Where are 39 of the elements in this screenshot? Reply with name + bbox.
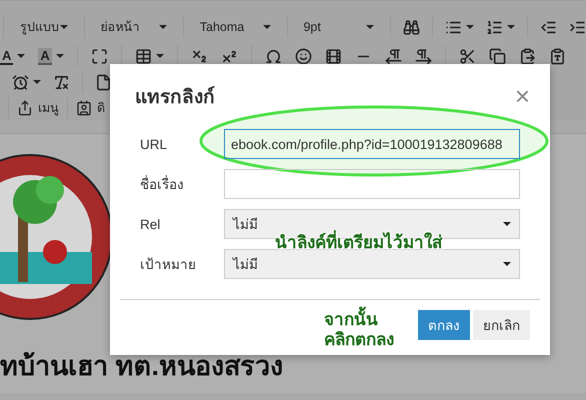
fullscreen-icon[interactable]	[90, 48, 108, 64]
contact-card-icon	[76, 100, 92, 116]
copy-icon[interactable]	[488, 48, 506, 64]
superscript-icon[interactable]	[220, 48, 238, 64]
table-icon[interactable]	[134, 48, 164, 64]
numbered-list-icon[interactable]	[486, 18, 516, 36]
pilcrow-left-icon[interactable]	[384, 48, 402, 64]
ok-button[interactable]: ตกลง	[418, 310, 470, 340]
field-label: URL	[140, 136, 168, 152]
cancel-button[interactable]: ยกเลิก	[473, 310, 530, 340]
select-field[interactable]: ไม่มี	[224, 249, 520, 279]
menu-button[interactable]: เมนู	[17, 98, 59, 118]
omega-icon[interactable]	[264, 48, 282, 64]
dialog-title: แทรกลิงก์	[135, 85, 215, 110]
text-color-button[interactable]: A	[0, 48, 26, 64]
toolbar-dropdown[interactable]: ย่อหน้า	[96, 17, 171, 37]
field-label: เป้าหมาย	[140, 256, 197, 274]
toolbar-dropdown[interactable]: 9pt	[299, 20, 378, 34]
page-heading: ทบ้านเฮา ทต.หนองสรวง	[0, 350, 284, 383]
paste-icon[interactable]	[518, 48, 536, 64]
cut-icon[interactable]	[458, 48, 476, 64]
field-label: ชื่อเรื่อง	[140, 174, 185, 194]
pilcrow-right-icon[interactable]	[414, 48, 432, 64]
share-icon	[17, 100, 33, 116]
input-field[interactable]: ebook.com/profile.php?id=100019132809688	[224, 129, 520, 159]
contact-button[interactable]: ดิ	[76, 98, 105, 118]
clock-icon[interactable]	[12, 74, 41, 90]
document-icon[interactable]	[95, 74, 112, 90]
film-icon[interactable]	[324, 48, 342, 64]
subscript-icon[interactable]	[190, 48, 208, 64]
input-field[interactable]	[224, 169, 520, 199]
toolbar-dropdown[interactable]: รูปแบบ	[16, 17, 72, 37]
field-label: Rel	[140, 216, 162, 232]
smiley-icon[interactable]	[294, 48, 312, 64]
clear-format-icon[interactable]	[53, 74, 70, 90]
paste-text-icon[interactable]	[548, 48, 566, 64]
binoculars-icon[interactable]	[403, 18, 420, 36]
toolbar-dropdown[interactable]: Tahoma	[196, 20, 275, 34]
close-button[interactable]: ×	[514, 86, 530, 106]
